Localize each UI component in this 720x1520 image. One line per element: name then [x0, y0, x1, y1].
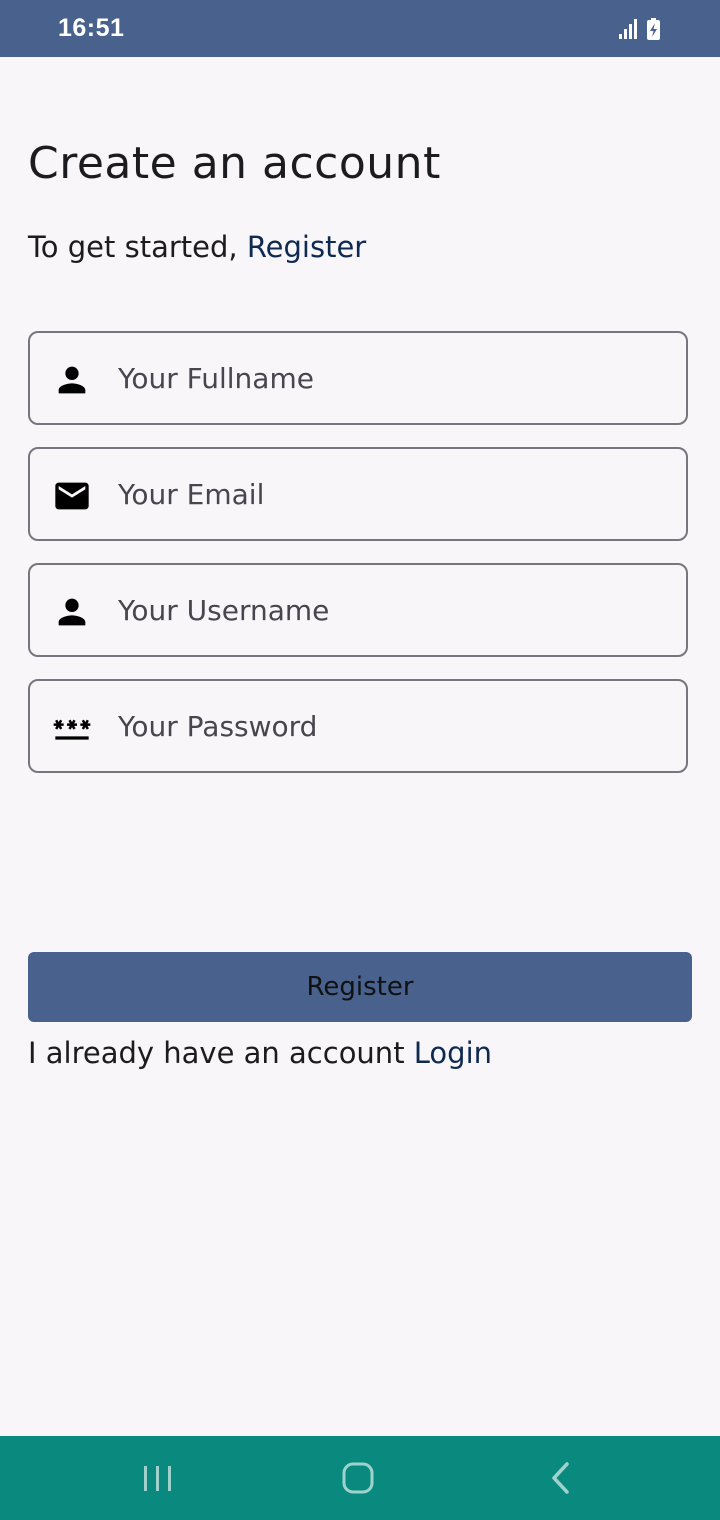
username-input[interactable] [118, 565, 668, 655]
signal-icon [619, 19, 637, 39]
password-field[interactable] [28, 679, 688, 773]
username-field[interactable] [28, 563, 688, 657]
subtitle-text: To get started, [28, 230, 247, 264]
email-input[interactable] [118, 449, 668, 539]
email-icon [55, 482, 89, 510]
status-icons [619, 18, 660, 40]
back-icon[interactable] [530, 1454, 590, 1502]
login-line: I already have an account Login [28, 1036, 492, 1070]
person-icon [58, 366, 86, 394]
page-title: Create an account [28, 138, 441, 189]
subtitle: To get started, Register [28, 230, 366, 264]
fullname-input[interactable] [118, 333, 668, 423]
login-link[interactable]: Login [414, 1036, 492, 1070]
status-time: 16:51 [58, 14, 125, 42]
fullname-field[interactable] [28, 331, 688, 425]
password-icon [53, 719, 91, 740]
email-field[interactable] [28, 447, 688, 541]
person-icon [58, 598, 86, 626]
navigation-bar [0, 1436, 720, 1520]
login-prompt-text: I already have an account [28, 1036, 414, 1070]
home-icon[interactable] [328, 1454, 388, 1502]
register-button[interactable]: Register [28, 952, 692, 1022]
battery-charging-icon [647, 18, 660, 40]
password-input[interactable] [118, 681, 668, 771]
register-link[interactable]: Register [247, 230, 366, 264]
status-bar: 16:51 [0, 0, 720, 57]
recent-apps-icon[interactable] [128, 1454, 188, 1502]
